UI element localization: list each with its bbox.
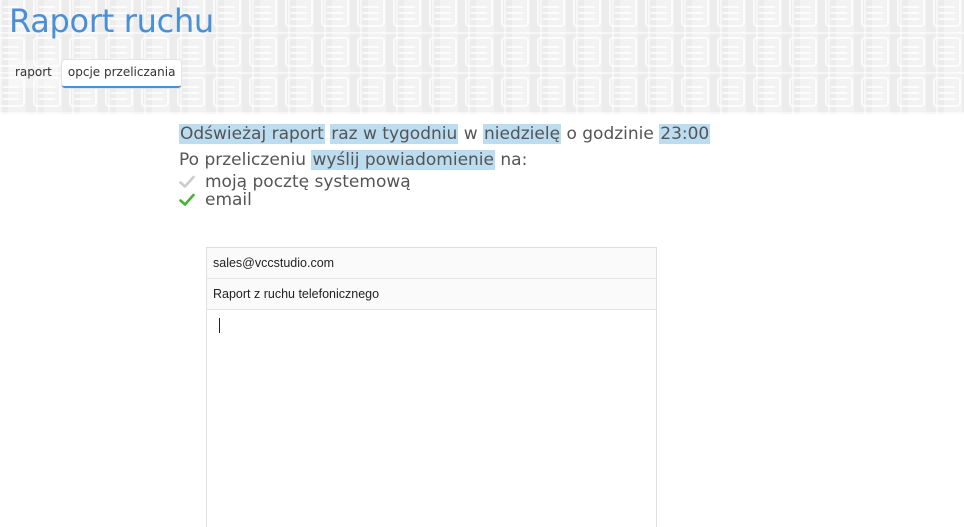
schedule-line: Odświeżaj raport raz w tygodniu w niedzi… bbox=[179, 121, 711, 147]
notify-action-select[interactable]: wyślij powiadomienie bbox=[311, 150, 495, 170]
notify-suffix: na: bbox=[500, 150, 528, 170]
in-word: w bbox=[463, 124, 478, 144]
email-subject-field[interactable]: Raport z ruchu telefonicznego bbox=[207, 279, 656, 310]
at-word: o godzinie bbox=[566, 124, 654, 144]
recalculation-settings: Odświeżaj raport raz w tygodniu w niedzi… bbox=[179, 121, 711, 209]
text-caret bbox=[219, 318, 220, 333]
frequency-select[interactable]: raz w tygodniu bbox=[330, 124, 459, 144]
tab-bar: raport opcje przeliczania bbox=[9, 60, 182, 88]
option-label: email bbox=[205, 190, 252, 210]
email-form: sales@vccstudio.com Raport z ruchu telef… bbox=[206, 247, 657, 527]
day-select[interactable]: niedzielę bbox=[483, 124, 562, 144]
option-email[interactable]: email bbox=[179, 191, 710, 209]
option-label: moją pocztę systemową bbox=[205, 172, 411, 192]
page-title: Raport ruchu bbox=[9, 2, 214, 40]
email-body-textarea[interactable] bbox=[207, 310, 656, 527]
option-system-mail[interactable]: moją pocztę systemową bbox=[179, 173, 710, 191]
check-icon[interactable] bbox=[179, 174, 197, 190]
tab-raport[interactable]: raport bbox=[9, 60, 58, 88]
email-to-field[interactable]: sales@vccstudio.com bbox=[207, 248, 656, 279]
page: Raport ruchu raport opcje przeliczania O… bbox=[0, 0, 964, 527]
tab-opcje-przeliczania[interactable]: opcje przeliczania bbox=[61, 60, 182, 88]
header: Raport ruchu raport opcje przeliczania bbox=[0, 0, 964, 114]
check-icon[interactable] bbox=[179, 192, 197, 208]
notify-line: Po przeliczeniu wyślij powiadomienie na: bbox=[179, 147, 710, 173]
notify-prefix: Po przeliczeniu bbox=[179, 150, 307, 170]
refresh-toggle[interactable]: Odświeżaj raport bbox=[179, 124, 325, 144]
time-select[interactable]: 23:00 bbox=[659, 124, 711, 144]
